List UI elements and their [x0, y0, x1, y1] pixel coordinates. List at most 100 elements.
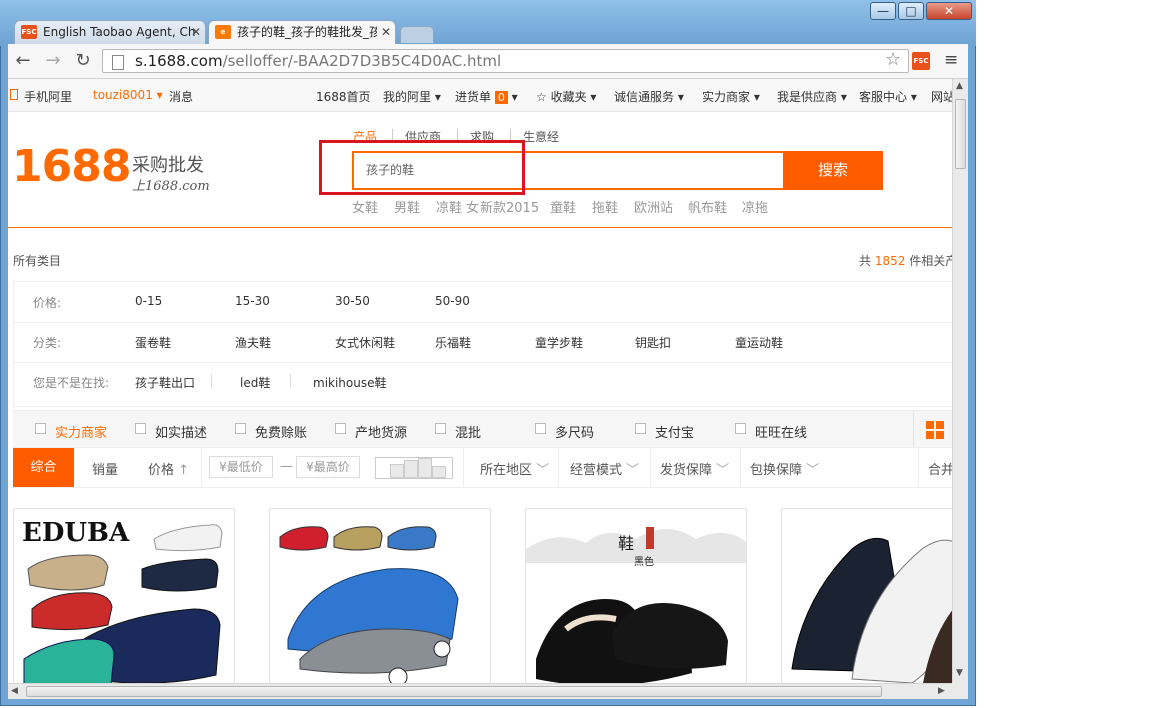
bookmark-star-icon[interactable]: ☆ — [885, 49, 901, 71]
region-dropdown[interactable]: 所在地区 ﹀ — [480, 459, 549, 478]
checkbox-label[interactable]: 如实描述 — [155, 422, 207, 441]
nav-supplier[interactable]: 我是供应商 ▾ — [777, 88, 847, 105]
vertical-scroll-thumb[interactable] — [955, 99, 966, 169]
category-option[interactable]: 渔夫鞋 — [235, 334, 271, 351]
vertical-scrollbar[interactable]: ▲ ▼ — [952, 79, 968, 683]
back-arrow-icon[interactable]: ← — [12, 50, 34, 72]
checkbox-label[interactable]: 免费赊账 — [255, 422, 307, 441]
shipping-guarantee-dropdown[interactable]: 发货保障 ﹀ — [660, 459, 729, 478]
tab-english-taobao[interactable]: FSC English Taobao Agent, Ch ✕ — [14, 20, 206, 44]
product-card[interactable] — [781, 508, 952, 683]
category-option[interactable]: 童学步鞋 — [535, 334, 583, 351]
price-filter-row: 价格: 0-15 15-30 30-50 50-90 — [14, 282, 952, 323]
divider — [740, 448, 741, 487]
checkbox[interactable] — [35, 423, 46, 434]
close-tab-icon[interactable]: ✕ — [381, 21, 391, 43]
horizontal-scrollbar[interactable]: ◀ ▶ — [8, 683, 952, 699]
tab-1688-search[interactable]: e 孩子的鞋_孩子的鞋批发_孩 ✕ — [208, 20, 396, 44]
checkbox[interactable] — [535, 423, 546, 434]
site-logo[interactable]: 1688 — [12, 145, 131, 189]
page-icon — [112, 55, 124, 70]
hot-word[interactable]: 拖鞋 — [592, 197, 618, 216]
category-option[interactable]: 女式休闲鞋 — [335, 334, 395, 351]
exchange-guarantee-dropdown[interactable]: 包换保障 ﹀ — [750, 459, 819, 478]
hot-word[interactable]: 凉鞋 女 — [436, 197, 479, 216]
hot-word[interactable]: 欧洲站 — [634, 197, 673, 216]
checkbox[interactable] — [435, 423, 446, 434]
suggest-option[interactable]: 孩子鞋出口 — [135, 374, 195, 391]
checkbox[interactable] — [135, 423, 146, 434]
checkbox[interactable] — [735, 423, 746, 434]
scroll-right-arrow-icon[interactable]: ▶ — [938, 686, 945, 696]
nav-1688-home[interactable]: 1688首页 — [316, 88, 371, 105]
address-bar[interactable]: s.1688.com/selloffer/-BAA2D7D3B5C4D0AC.h… — [102, 49, 909, 73]
nav-my-ali[interactable]: 我的阿里 ▾ — [383, 88, 441, 105]
grid-view-icon[interactable] — [926, 421, 944, 439]
scroll-down-arrow-icon[interactable]: ▼ — [956, 668, 963, 678]
min-price-input[interactable]: ¥最低价 — [209, 456, 273, 478]
browser-toolbar: ← → ↻ s.1688.com/selloffer/-BAA2D7D3B5C4… — [8, 44, 968, 79]
product-card[interactable]: 鞋 黑色 — [525, 508, 747, 683]
horizontal-scroll-thumb[interactable] — [26, 686, 882, 697]
nav-favorites[interactable]: ☆ 收藏夹 ▾ — [536, 88, 596, 105]
maximize-button[interactable]: □ — [898, 2, 924, 20]
category-option[interactable]: 蛋卷鞋 — [135, 334, 171, 351]
nav-power-merchant[interactable]: 实力商家 ▾ — [702, 88, 760, 105]
hot-word[interactable]: 童鞋 — [550, 197, 576, 216]
reload-icon[interactable]: ↻ — [72, 50, 94, 72]
shipping-guarantee-label: 发货保障 — [660, 463, 713, 478]
sort-price-tab[interactable]: 价格 ↑ — [148, 459, 189, 478]
nav-trust-service[interactable]: 诚信通服务 ▾ — [614, 88, 684, 105]
hot-word[interactable]: 新款2015 — [480, 197, 539, 216]
menu-icon[interactable]: ≡ — [944, 52, 958, 69]
search-button[interactable]: 搜索 — [783, 151, 883, 190]
scroll-up-arrow-icon[interactable]: ▲ — [956, 81, 963, 91]
category-option[interactable]: 童运动鞋 — [735, 334, 783, 351]
merge-toggle[interactable]: 合并 — [928, 459, 952, 478]
price-option[interactable]: 0-15 — [135, 294, 162, 308]
scroll-left-arrow-icon[interactable]: ◀ — [11, 686, 18, 696]
product-card[interactable] — [269, 508, 491, 683]
sort-sales-tab[interactable]: 销量 — [92, 459, 118, 478]
checkbox-label[interactable]: 产地货源 — [355, 422, 407, 441]
chevron-down-icon: ﹀ — [806, 463, 820, 478]
nav-customer-service[interactable]: 客服中心 ▾ — [859, 88, 917, 105]
nav-site[interactable]: 网站 — [931, 88, 952, 105]
minimize-button[interactable]: — — [870, 2, 896, 20]
checkbox-label[interactable]: 旺旺在线 — [755, 422, 807, 441]
checkbox[interactable] — [235, 423, 246, 434]
business-mode-dropdown[interactable]: 经营模式 ﹀ — [570, 459, 639, 478]
suggest-option[interactable]: mikihouse鞋 — [313, 374, 387, 391]
checkbox[interactable] — [635, 423, 646, 434]
category-option[interactable]: 钥匙扣 — [635, 334, 671, 351]
all-categories-link[interactable]: 所有类目 — [13, 252, 61, 269]
price-option[interactable]: 15-30 — [235, 294, 270, 308]
username-link[interactable]: touzi8001 ▾ — [93, 88, 163, 102]
forward-arrow-icon[interactable]: → — [42, 50, 64, 72]
checkbox-label[interactable]: 实力商家 — [55, 422, 107, 441]
category-option[interactable]: 乐福鞋 — [435, 334, 471, 351]
price-option[interactable]: 30-50 — [335, 294, 370, 308]
hot-word[interactable]: 凉拖 — [742, 197, 768, 216]
messages-link[interactable]: 消息 — [169, 88, 193, 105]
hot-word[interactable]: 帆布鞋 — [688, 197, 727, 216]
search-tab-business[interactable]: 生意经 — [523, 128, 559, 145]
mobile-ali-link[interactable]: 手机阿里 — [24, 88, 72, 105]
fsc-extension-icon[interactable]: FSC — [912, 52, 930, 70]
close-tab-icon[interactable]: ✕ — [191, 21, 201, 43]
max-price-input[interactable]: ¥最高价 — [296, 456, 360, 478]
checkbox[interactable] — [335, 423, 346, 434]
close-window-button[interactable]: ✕ — [926, 2, 972, 20]
price-distribution-chart[interactable] — [375, 457, 453, 479]
checkbox-label[interactable]: 混批 — [455, 422, 481, 441]
checkbox-label[interactable]: 多尺码 — [555, 422, 594, 441]
sort-default-tab[interactable]: 综合 — [13, 448, 74, 487]
price-option[interactable]: 50-90 — [435, 294, 470, 308]
hot-word[interactable]: 男鞋 — [394, 197, 420, 216]
new-tab-button[interactable] — [400, 26, 434, 43]
suggest-option[interactable]: led鞋 — [240, 374, 270, 391]
checkbox-label[interactable]: 支付宝 — [655, 422, 694, 441]
nav-purchase-list[interactable]: 进货单 0 ▾ — [455, 88, 518, 105]
product-card[interactable]: EDUBA — [13, 508, 235, 683]
hot-word[interactable]: 女鞋 — [352, 197, 378, 216]
